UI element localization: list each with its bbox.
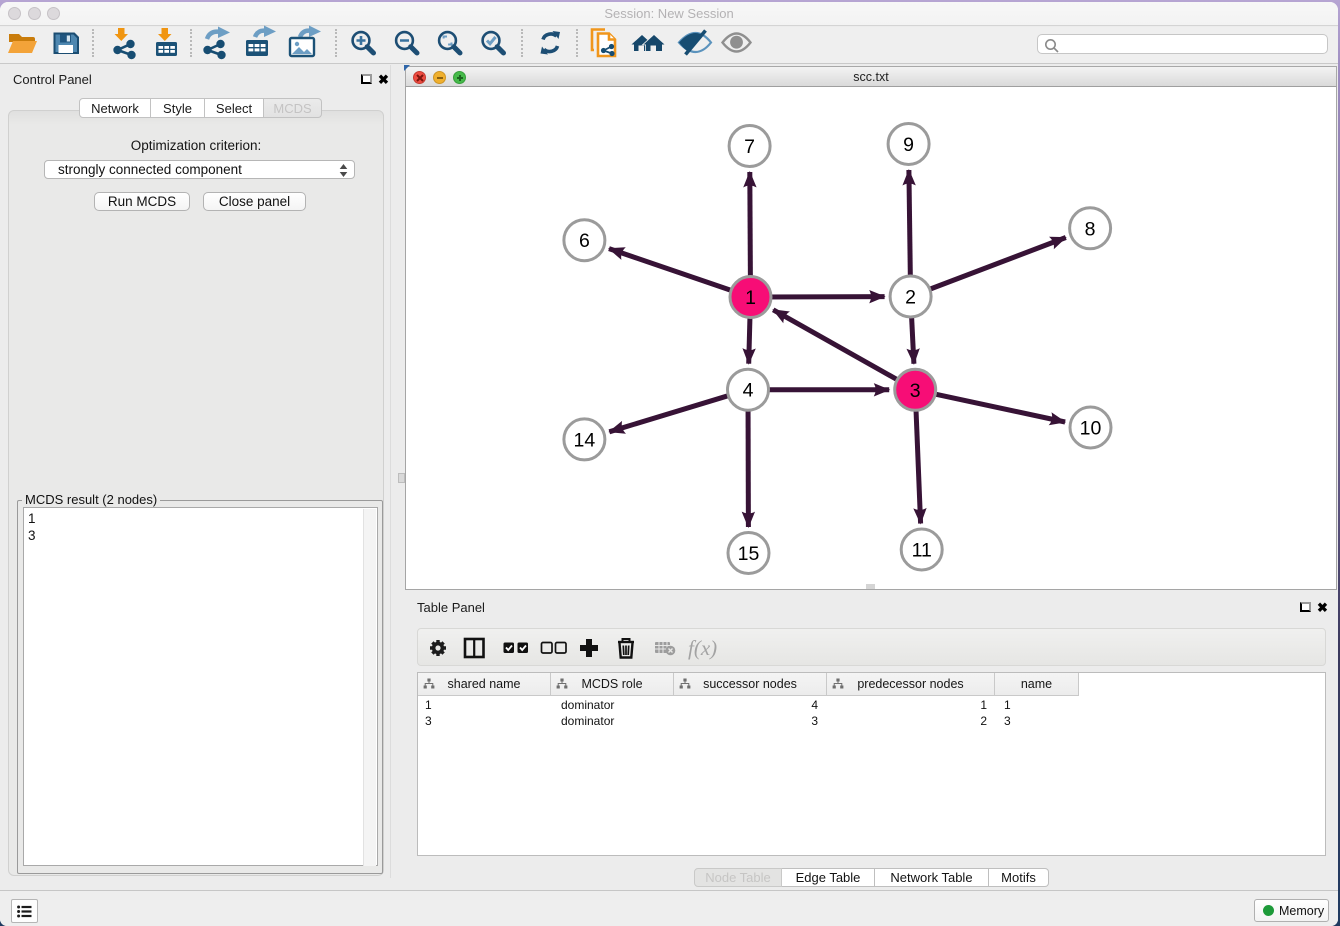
svg-text:11: 11 (912, 540, 932, 562)
svg-text:1: 1 (745, 287, 756, 309)
svg-text:4: 4 (743, 380, 754, 402)
svg-text:9: 9 (903, 134, 914, 156)
svg-text:3: 3 (910, 380, 921, 402)
svg-text:7: 7 (744, 136, 755, 158)
svg-text:14: 14 (574, 429, 596, 451)
svg-text:8: 8 (1085, 218, 1096, 240)
svg-text:6: 6 (579, 230, 590, 252)
svg-text:2: 2 (905, 287, 916, 309)
svg-text:15: 15 (738, 543, 760, 565)
svg-text:10: 10 (1080, 418, 1102, 440)
svg-text:f(x): f(x) (688, 636, 717, 660)
